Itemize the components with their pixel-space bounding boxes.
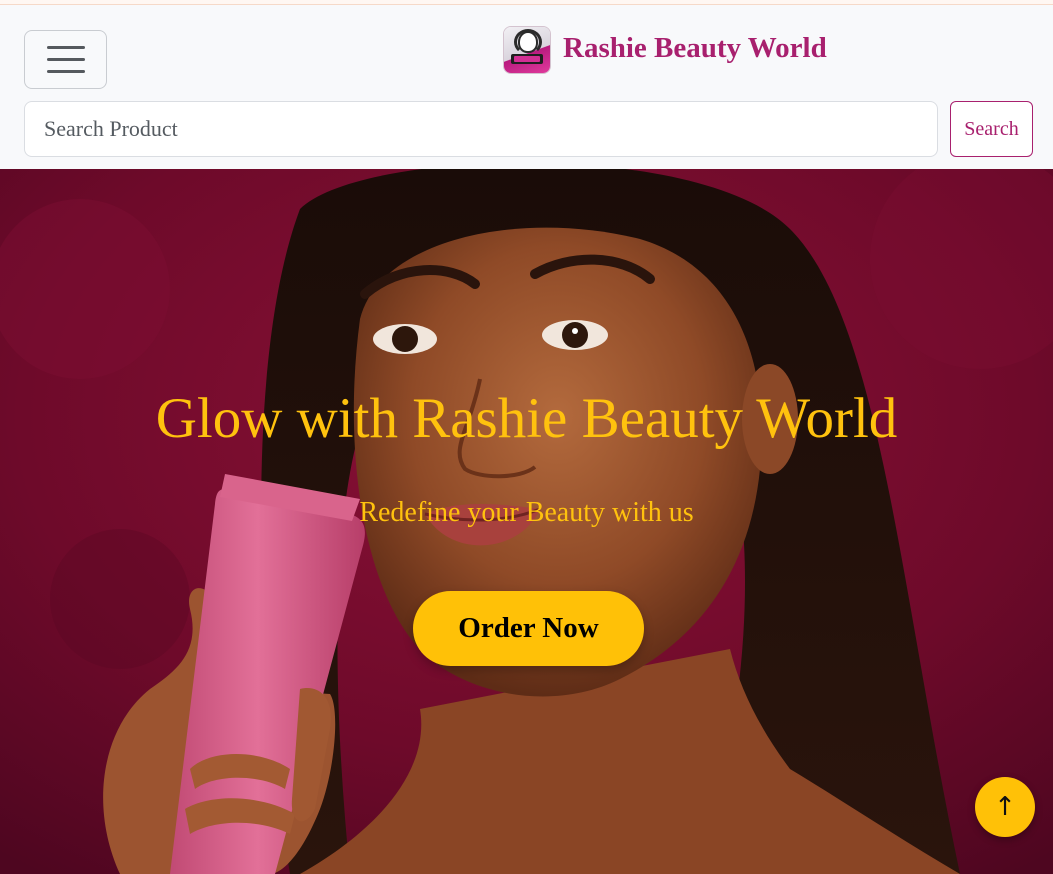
scroll-to-top-button[interactable]: ↑ (975, 777, 1035, 837)
order-now-button[interactable]: Order Now (413, 591, 644, 666)
arrow-up-icon: ↑ (994, 792, 1016, 822)
brand-name: Rashie Beauty World (563, 31, 827, 64)
search-button[interactable]: Search (950, 101, 1033, 157)
brand-link[interactable]: Rashie Beauty World (504, 27, 827, 73)
menu-toggle-button[interactable] (24, 30, 107, 89)
hero-section: Glow with Rashie Beauty World Redefine y… (0, 169, 1053, 874)
hero-title: Glow with Rashie Beauty World (155, 387, 898, 450)
hamburger-menu-icon (47, 46, 85, 49)
navbar: Rashie Beauty World Search (0, 5, 1053, 169)
search-input[interactable] (24, 101, 938, 157)
brand-logo-icon (504, 27, 550, 73)
hero-subtitle: Redefine your Beauty with us (359, 497, 694, 528)
